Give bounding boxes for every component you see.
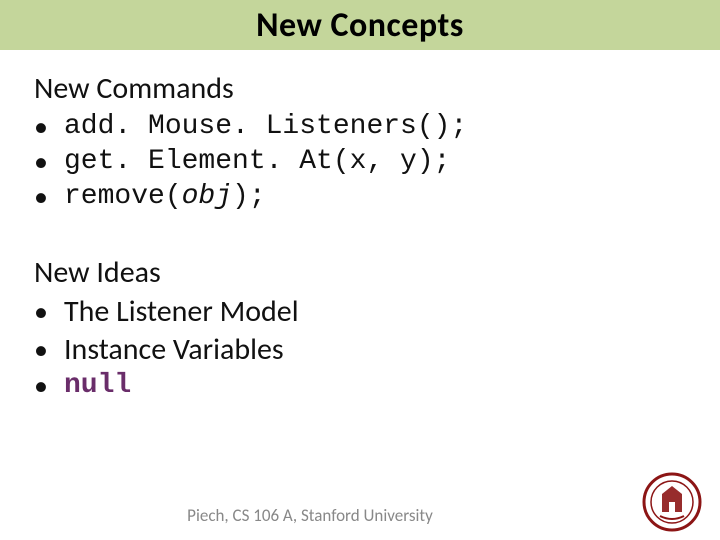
- commands-heading: New Commands: [34, 70, 674, 107]
- null-keyword: null: [64, 368, 131, 403]
- idea-text: Instance Variables: [64, 331, 284, 369]
- list-item: The Listener Model: [34, 293, 674, 331]
- command-text: get. Element. At(x, y);: [64, 144, 450, 179]
- slide: New Concepts New Commands add. Mouse. Li…: [0, 0, 720, 540]
- idea-text: The Listener Model: [64, 293, 299, 331]
- title-bar: New Concepts: [0, 0, 720, 50]
- command-text: remove(obj);: [64, 179, 266, 214]
- commands-list: add. Mouse. Listeners(); get. Element. A…: [34, 109, 674, 214]
- footer-text: Piech, CS 106 A, Stanford University: [0, 505, 620, 526]
- list-item: null: [34, 368, 674, 403]
- list-item: add. Mouse. Listeners();: [34, 109, 674, 144]
- stanford-seal-icon: [642, 472, 702, 532]
- list-item: Instance Variables: [34, 331, 674, 369]
- ideas-heading: New Ideas: [34, 254, 674, 291]
- list-item: remove(obj);: [34, 179, 674, 214]
- command-text: add. Mouse. Listeners();: [64, 109, 467, 144]
- list-item: get. Element. At(x, y);: [34, 144, 674, 179]
- slide-content: New Commands add. Mouse. Listeners(); ge…: [34, 70, 674, 443]
- slide-title: New Concepts: [256, 5, 464, 46]
- ideas-list: The Listener Model Instance Variables nu…: [34, 293, 674, 403]
